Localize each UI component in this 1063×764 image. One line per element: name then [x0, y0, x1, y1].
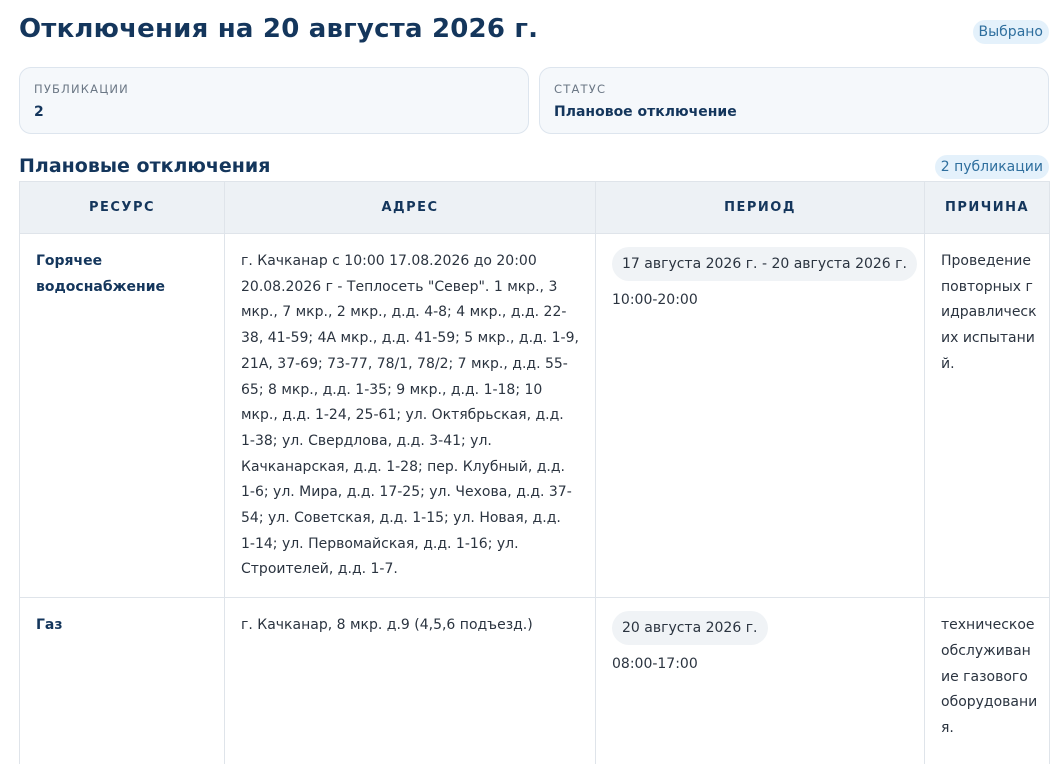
address-cell: г. Качканар с 10:00 17.08.2026 до 20:00 … — [224, 232, 596, 599]
address-cell: г. Качканар, 8 мкр. д.9 (4,5,6 подъезд.) — [224, 597, 596, 764]
page: Отключения на 20 августа 2026 г. Выбрано… — [0, 0, 1063, 764]
status-label: СТАТУС — [554, 82, 607, 96]
table-row: Горячее водоснабжение г. Качканар с 10:0… — [19, 232, 1050, 599]
column-header-address: АДРЕС — [224, 181, 596, 234]
table-row: Газ г. Качканар, 8 мкр. д.9 (4,5,6 подъе… — [19, 597, 1050, 764]
table-header-row: РЕСУРС АДРЕС ПЕРИОД ПРИЧИНА — [19, 181, 1050, 234]
period-cell: 17 августа 2026 г. - 20 августа 2026 г. … — [595, 232, 925, 599]
selected-badge[interactable]: Выбрано — [972, 20, 1049, 44]
column-header-period: ПЕРИОД — [595, 181, 925, 234]
page-title: Отключения на 20 августа 2026 г. — [19, 14, 539, 44]
reason-cell: техническое обслуживание газового оборуд… — [924, 597, 1050, 764]
resource-cell: Газ — [19, 597, 225, 764]
period-cell: 20 августа 2026 г. 08:00-17:00 — [595, 597, 925, 764]
period-time: 08:00-17:00 — [612, 656, 698, 673]
publications-card: ПУБЛИКАЦИИ 2 — [19, 67, 529, 134]
reason-cell: Проведение повторных гидравлических испы… — [924, 232, 1050, 599]
section-title: Плановые отключения — [19, 155, 271, 177]
column-header-resource: РЕСУРС — [19, 181, 225, 234]
column-header-reason: ПРИЧИНА — [924, 181, 1050, 234]
period-dates-chip: 17 августа 2026 г. - 20 августа 2026 г. — [612, 247, 917, 281]
status-value: Плановое отключение — [554, 104, 737, 120]
period-time: 10:00-20:00 — [612, 292, 698, 308]
period-dates-chip: 20 августа 2026 г. — [612, 611, 768, 646]
publications-value: 2 — [34, 104, 44, 120]
status-card: СТАТУС Плановое отключение — [539, 67, 1049, 134]
publications-label: ПУБЛИКАЦИИ — [34, 82, 129, 96]
publications-count-badge: 2 публикации — [934, 155, 1049, 179]
resource-cell: Горячее водоснабжение — [19, 232, 225, 599]
outages-table: РЕСУРС АДРЕС ПЕРИОД ПРИЧИНА Горячее водо… — [19, 181, 1050, 764]
